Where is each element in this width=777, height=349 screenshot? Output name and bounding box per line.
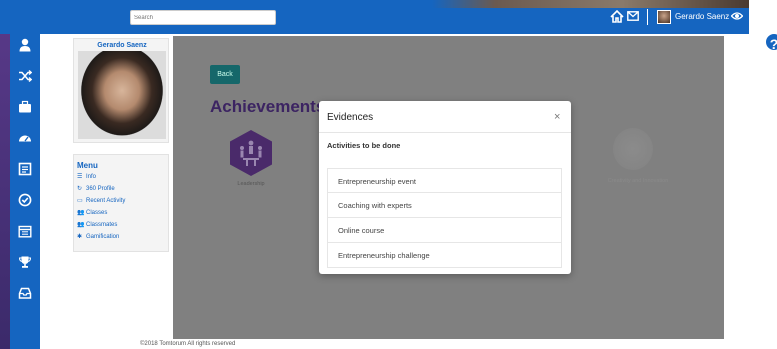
check-circle-icon[interactable] (18, 193, 32, 207)
shuffle-icon[interactable] (18, 69, 32, 83)
home-icon[interactable] (610, 10, 624, 23)
chat-icon: ▭ (77, 198, 83, 204)
menu-item-classes[interactable]: 👥 Classes (77, 207, 165, 219)
user-avatar[interactable] (657, 10, 671, 24)
header-banner-image (432, 0, 749, 8)
menu-item-360-profile[interactable]: ↻ 360 Profile (77, 183, 165, 195)
menu-item-gamification[interactable]: ✱ Gamification (77, 231, 165, 243)
search-input[interactable] (130, 10, 276, 25)
back-button[interactable]: Back (210, 65, 240, 84)
menu-title: Menu (77, 161, 98, 170)
menu-item-info[interactable]: ☰ Info (77, 171, 165, 183)
user-icon[interactable] (18, 38, 32, 52)
list-item[interactable]: Online course (327, 218, 562, 243)
refresh-icon: ↻ (77, 186, 83, 192)
modal-divider (319, 132, 571, 133)
sidebar (10, 34, 40, 349)
help-icon[interactable]: ? (764, 32, 777, 52)
users-icon: 👥 (77, 222, 85, 228)
inbox-icon[interactable] (18, 286, 32, 300)
list-item[interactable]: Entrepreneurship event (327, 168, 562, 193)
users-icon: 👥 (77, 210, 85, 216)
header-user-name[interactable]: Gerardo Saenz (675, 12, 729, 21)
evidences-modal: Evidences × Activities to be done Entrep… (319, 101, 571, 274)
badge-label-creativity: Creativity and Innovation (607, 178, 669, 184)
menu-item-recent-activity[interactable]: ▭ Recent Activity (77, 195, 165, 207)
creativity-badge-icon[interactable] (613, 128, 653, 170)
list-item[interactable]: Coaching with experts (327, 193, 562, 218)
menu-card: Menu ☰ Info ↻ 360 Profile ▭ Recent Activity… (73, 154, 169, 252)
footer-copyright: ©2018 Tomtorum All rights reserved (140, 341, 236, 347)
profile-card: Gerardo Saenz (73, 38, 169, 143)
mail-icon[interactable] (627, 11, 639, 21)
trophy-icon[interactable] (18, 255, 32, 269)
modal-title: Evidences (327, 112, 374, 123)
header-divider (647, 9, 648, 25)
modal-subtitle: Activities to be done (327, 141, 401, 150)
top-bar: Gerardo Saenz (0, 0, 749, 34)
briefcase-icon[interactable] (18, 100, 32, 114)
profile-name: Gerardo Saenz (97, 42, 147, 49)
window-edge (0, 0, 10, 349)
list-icon: ☰ (77, 174, 83, 180)
close-icon[interactable]: × (554, 111, 560, 123)
document-icon[interactable] (18, 162, 32, 176)
badge-label-leadership: Leadership (237, 181, 265, 187)
list-item[interactable]: Entrepreneurship challenge (327, 243, 562, 268)
profile-photo (78, 51, 166, 139)
dashboard-icon[interactable] (18, 131, 32, 145)
activities-list: Entrepreneurship event Coaching with exp… (327, 168, 562, 268)
leadership-badge-icon[interactable] (230, 130, 272, 176)
page-title: Achievements (210, 97, 326, 116)
calendar-icon[interactable] (18, 224, 32, 238)
eye-icon[interactable] (731, 11, 743, 21)
menu-item-classmates[interactable]: 👥 Classmates (77, 219, 165, 231)
gamepad-icon: ✱ (77, 234, 83, 240)
